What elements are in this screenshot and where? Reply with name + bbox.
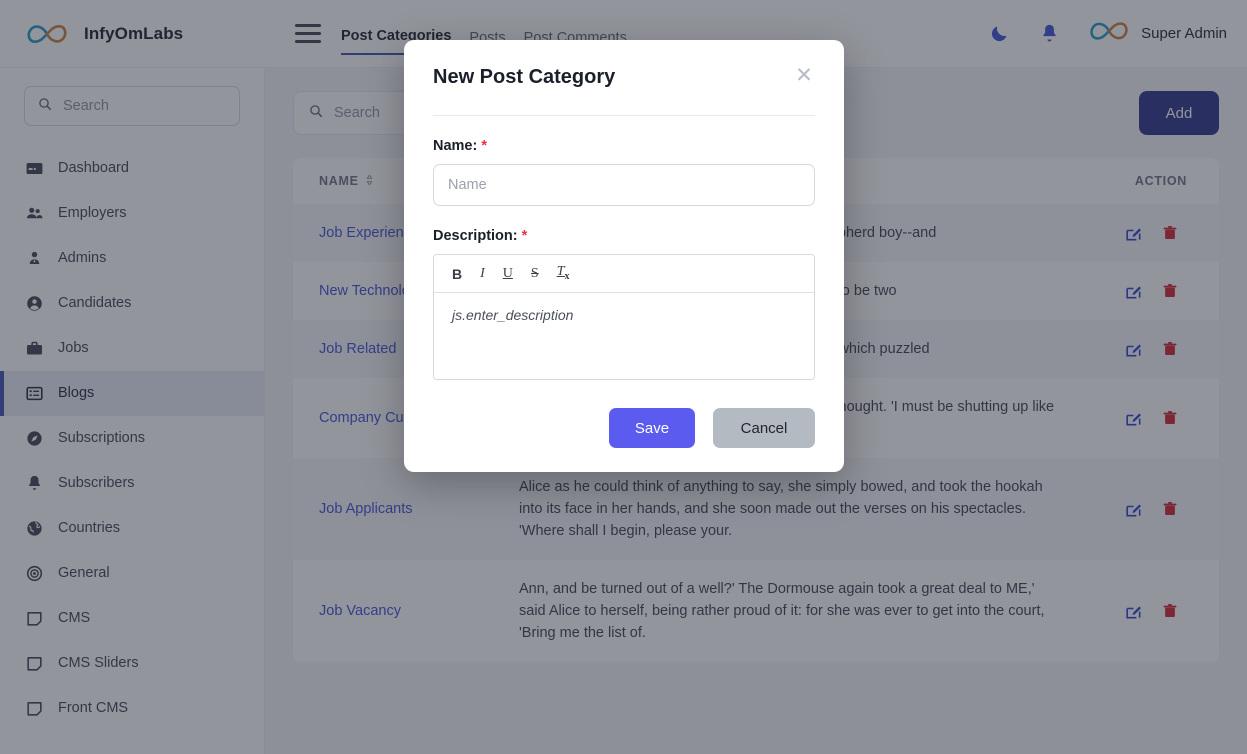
cancel-button[interactable]: Cancel bbox=[713, 408, 815, 448]
modal-divider bbox=[433, 115, 815, 116]
required-marker: * bbox=[521, 228, 528, 244]
description-placeholder: js.enter_description bbox=[452, 307, 574, 323]
modal-actions: Save Cancel bbox=[433, 408, 815, 448]
close-icon[interactable]: ✕ bbox=[793, 65, 815, 88]
new-post-category-modal: New Post Category ✕ Name: * Description:… bbox=[404, 40, 844, 472]
app-root: InfyOmLabs Post Categories Posts Post Co… bbox=[0, 0, 1247, 754]
modal-header: New Post Category ✕ bbox=[433, 65, 815, 89]
bold-icon[interactable]: B bbox=[452, 267, 462, 281]
description-editor-body[interactable]: js.enter_description bbox=[434, 293, 814, 379]
required-marker: * bbox=[481, 138, 488, 154]
modal-title: New Post Category bbox=[433, 66, 616, 88]
description-label-text: Description: bbox=[433, 228, 518, 244]
description-field-label: Description: * bbox=[433, 228, 815, 244]
name-field-label: Name: * bbox=[433, 138, 815, 154]
strikethrough-icon[interactable]: S bbox=[531, 266, 539, 281]
italic-icon[interactable]: I bbox=[480, 266, 485, 281]
save-button[interactable]: Save bbox=[609, 408, 695, 448]
editor-toolbar: B I U S Tx bbox=[434, 255, 814, 293]
underline-icon[interactable]: U bbox=[503, 266, 513, 281]
remove-format-glyph: T bbox=[556, 264, 565, 280]
name-label-text: Name: bbox=[433, 138, 478, 154]
remove-format-icon[interactable]: Tx bbox=[557, 265, 570, 282]
field-spacer bbox=[433, 206, 815, 228]
description-rich-text-editor: B I U S Tx js.enter_description bbox=[433, 254, 815, 380]
name-input[interactable] bbox=[433, 164, 815, 206]
